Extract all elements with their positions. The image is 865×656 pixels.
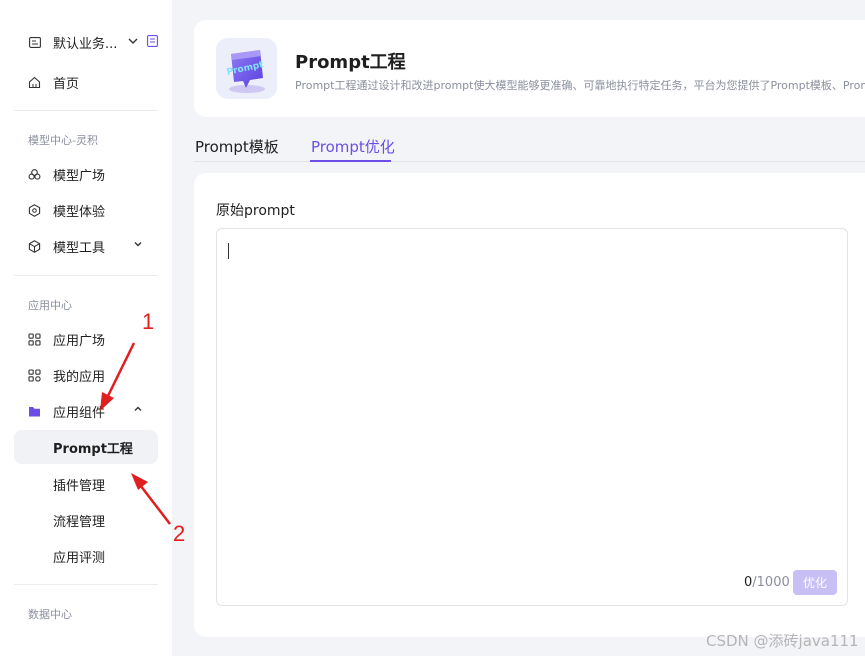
- sidebar-subitem-app-evaluation[interactable]: 应用评测: [14, 539, 158, 573]
- tab-prompt-template[interactable]: Prompt模板: [195, 136, 279, 157]
- my-app-icon: [28, 369, 41, 382]
- sidebar-item-label: 模型体验: [53, 204, 106, 220]
- section-data-center: 数据中心: [28, 608, 72, 621]
- active-tab-indicator: [310, 160, 391, 162]
- sidebar-item-label: 我的应用: [53, 369, 106, 385]
- divider: [14, 275, 158, 276]
- divider: [14, 584, 158, 585]
- sidebar-item-model-tools[interactable]: 模型工具: [14, 229, 158, 263]
- char-max: /1000: [752, 575, 790, 590]
- text-caret: [228, 243, 229, 259]
- sidebar-item-model-plaza[interactable]: 模型广场: [14, 157, 158, 191]
- grid-icon: [28, 333, 41, 346]
- chevron-up-icon[interactable]: [132, 403, 144, 415]
- sidebar-item-app-components[interactable]: 应用组件: [14, 394, 158, 428]
- hexagon-icon: [28, 204, 41, 217]
- original-prompt-input[interactable]: 0/1000 优化: [216, 228, 848, 606]
- watermark: CSDN @添砖java111: [706, 632, 859, 650]
- annotation-number-2: 2: [173, 521, 186, 546]
- cube-icon: [28, 240, 41, 253]
- home-icon: [28, 76, 41, 89]
- sidebar-item-label: 应用组件: [53, 405, 106, 421]
- annotation-number-1: 1: [142, 309, 155, 334]
- sidebar-item-model-experience[interactable]: 模型体验: [14, 193, 158, 227]
- original-prompt-label: 原始prompt: [216, 203, 295, 219]
- sidebar-item-label: 模型工具: [53, 240, 106, 256]
- workspace-icon: [28, 36, 41, 49]
- sidebar-item-app-plaza[interactable]: 应用广场: [14, 322, 158, 356]
- sidebar-item-label: 模型广场: [53, 168, 106, 184]
- sidebar-item-label: 应用广场: [53, 333, 106, 349]
- page-header-card: Prompt Prompt工程 Prompt工程通过设计和改进prompt使大模…: [194, 20, 865, 117]
- workspace-selector[interactable]: 默认业务...: [14, 25, 158, 59]
- sidebar-item-label: 应用评测: [53, 550, 106, 566]
- sidebar-item-home[interactable]: 首页: [14, 65, 158, 99]
- workspace-label: 默认业务...: [53, 36, 118, 52]
- tab-bar: Prompt模板 Prompt优化: [194, 128, 865, 162]
- sidebar-subitem-flow-management[interactable]: 流程管理: [14, 503, 158, 537]
- chevron-down-icon[interactable]: [127, 35, 139, 51]
- sidebar-item-label: 插件管理: [53, 478, 106, 494]
- sidebar-item-label: 流程管理: [53, 514, 106, 530]
- char-counter: 0/1000: [744, 575, 790, 590]
- sidebar-item-my-apps[interactable]: 我的应用: [14, 358, 158, 392]
- section-model-center: 模型中心-灵积: [28, 134, 98, 147]
- page-description: Prompt工程通过设计和改进prompt使大模型能够更准确、可靠地执行特定任务…: [295, 79, 865, 92]
- folder-icon: [28, 405, 41, 418]
- sidebar-subitem-plugin-management[interactable]: 插件管理: [14, 467, 158, 501]
- sidebar-subitem-prompt-engineering[interactable]: Prompt工程: [14, 430, 158, 464]
- optimize-button[interactable]: 优化: [793, 570, 837, 595]
- optimize-panel: 原始prompt 0/1000 优化: [194, 173, 865, 637]
- document-icon[interactable]: [147, 35, 158, 51]
- page-title: Prompt工程: [295, 52, 406, 73]
- cloud-icon: [28, 168, 41, 181]
- divider: [14, 110, 158, 111]
- tab-prompt-optimize[interactable]: Prompt优化: [311, 136, 395, 157]
- section-app-center: 应用中心: [28, 299, 72, 312]
- chevron-down-icon[interactable]: [132, 238, 144, 250]
- sidebar-item-label: 首页: [53, 76, 80, 92]
- sidebar-item-label: Prompt工程: [53, 441, 133, 457]
- prompt-logo: Prompt: [216, 38, 277, 99]
